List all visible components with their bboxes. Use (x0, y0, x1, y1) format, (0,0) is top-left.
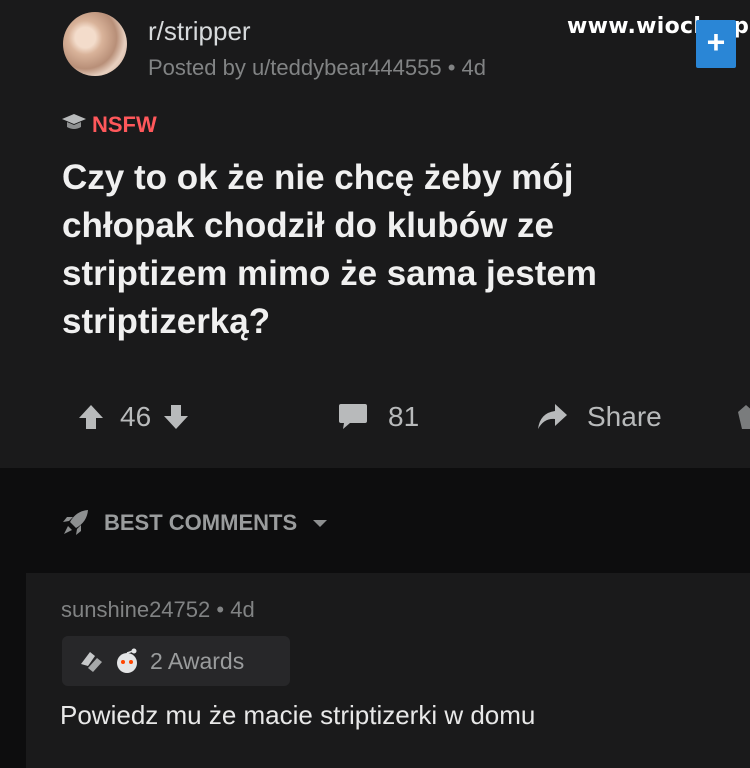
post-meta: Posted by u/teddybear444555 • 4d (148, 55, 486, 81)
sort-label: BEST COMMENTS (104, 510, 298, 535)
sort-comments-button[interactable]: BEST COMMENTS (60, 508, 329, 538)
comment-icon (339, 404, 367, 429)
award-icon[interactable] (736, 402, 750, 432)
comment-meta: sunshine24752 • 4d (61, 597, 255, 623)
comment-count: 81 (388, 401, 420, 432)
rocket-icon (63, 510, 88, 535)
comment-body: Powiedz mu że macie striptizerki w domu (60, 700, 536, 730)
comment-age: 4d (230, 597, 255, 622)
post-title[interactable]: Czy to ok że nie chcę żeby mój chłopak c… (62, 154, 702, 346)
meta-separator: • (447, 55, 462, 80)
nsfw-tag: NSFW (92, 112, 157, 137)
share-label: Share (587, 401, 662, 432)
share-button[interactable]: Share (535, 392, 662, 442)
subreddit-avatar[interactable] (63, 12, 127, 76)
snoo-award-icon (117, 648, 137, 673)
upvote-icon[interactable] (76, 402, 106, 432)
awards-label: 2 Awards (150, 647, 245, 674)
comments-button[interactable]: 81 (336, 392, 419, 442)
award-hands-icon (81, 652, 102, 672)
posted-by[interactable]: Posted by u/teddybear444555 (148, 55, 442, 80)
nsfw-icon (62, 114, 86, 129)
share-icon (538, 404, 567, 429)
awards-badge[interactable]: 2 Awards (62, 636, 290, 686)
vote-count: 46 (120, 401, 152, 432)
vote-group: 46 (76, 392, 191, 442)
subreddit-name[interactable]: r/stripper (148, 16, 251, 47)
comment-author[interactable]: sunshine24752 (61, 597, 210, 622)
chevron-down-icon (313, 520, 328, 527)
post-age: 4d (461, 55, 486, 80)
comment-meta-separator: • (216, 597, 231, 622)
post-actions: 46 81 Share (0, 392, 750, 442)
downvote-icon[interactable] (161, 402, 191, 432)
watermark-plus-icon: + (696, 20, 736, 68)
